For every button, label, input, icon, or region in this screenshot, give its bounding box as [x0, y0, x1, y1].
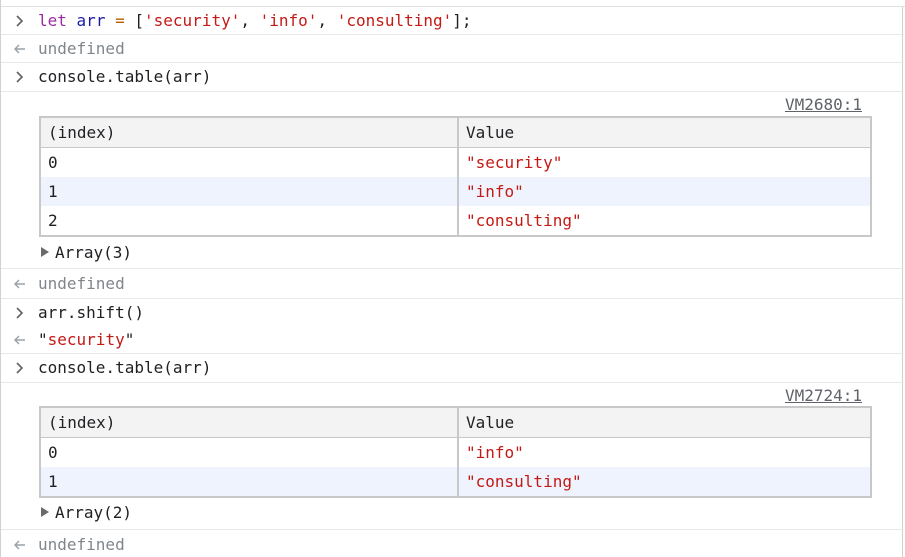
- table-cell-value: "info": [458, 437, 872, 467]
- console-table: (index) Value 0 "info" 1 "consulting": [39, 406, 872, 498]
- expand-triangle-icon: [41, 246, 49, 257]
- table-cell-value: "consulting": [458, 467, 872, 497]
- table-row: 1 "consulting": [40, 467, 872, 497]
- console-result-row: "security": [1, 326, 904, 354]
- console-input-row[interactable]: arr.shift(): [1, 299, 904, 326]
- console-input-row[interactable]: console.table(arr): [1, 354, 904, 383]
- table-row: 0 "security": [40, 147, 872, 177]
- console-top-divider: [1, 0, 905, 7]
- result-arrow-icon: [13, 535, 27, 555]
- console-result-row: undefined: [1, 530, 904, 557]
- table-header-index[interactable]: (index): [40, 407, 459, 438]
- table-header-value[interactable]: Value: [458, 407, 872, 438]
- console-result-row: undefined: [1, 269, 904, 299]
- console-table-output: VM2680:1 (index) Value 0 "security" 1 "i…: [1, 92, 904, 269]
- table-row: 2 "consulting": [40, 206, 872, 236]
- table-row: 1 "info": [40, 177, 872, 206]
- console-input-row[interactable]: console.table(arr): [1, 63, 904, 92]
- input-prompt-icon: [13, 11, 27, 31]
- result-text: "security": [38, 330, 135, 349]
- input-code: let arr = ['security', 'info', 'consulti…: [38, 11, 472, 30]
- array-expander[interactable]: Array(2): [41, 503, 132, 523]
- input-prompt-icon: [13, 67, 27, 87]
- result-text: undefined: [38, 535, 125, 554]
- result-arrow-icon: [13, 39, 27, 59]
- table-cell-value: "security": [458, 147, 872, 177]
- source-link[interactable]: VM2724:1: [785, 386, 862, 406]
- console-table: (index) Value 0 "security" 1 "info" 2 "c…: [39, 116, 872, 237]
- array-expander[interactable]: Array(3): [41, 243, 132, 263]
- array-summary: Array(2): [55, 503, 133, 522]
- result-text: undefined: [38, 274, 125, 293]
- console-result-row: undefined: [1, 35, 904, 63]
- console-table-output: VM2724:1 (index) Value 0 "info" 1 "consu…: [1, 383, 904, 530]
- console-input-row[interactable]: let arr = ['security', 'info', 'consulti…: [1, 7, 904, 35]
- table-row: 0 "info": [40, 437, 872, 467]
- input-code: console.table(arr): [38, 358, 212, 377]
- source-link[interactable]: VM2680:1: [785, 95, 862, 115]
- table-cell-value: "consulting": [458, 206, 872, 236]
- table-cell-index: 1: [40, 467, 459, 497]
- table-cell-index: 0: [40, 437, 459, 467]
- table-cell-value: "info": [458, 177, 872, 206]
- table-cell-index: 1: [40, 177, 459, 206]
- table-cell-index: 2: [40, 206, 459, 236]
- result-arrow-icon: [13, 330, 27, 350]
- console-panel: let arr = ['security', 'info', 'consulti…: [0, 0, 905, 557]
- input-prompt-icon: [13, 358, 27, 378]
- table-header-value[interactable]: Value: [458, 117, 872, 148]
- result-arrow-icon: [13, 274, 27, 294]
- table-cell-index: 0: [40, 147, 459, 177]
- input-code: arr.shift(): [38, 303, 144, 322]
- input-code: console.table(arr): [38, 67, 212, 86]
- array-summary: Array(3): [55, 243, 133, 262]
- expand-triangle-icon: [41, 506, 49, 517]
- input-prompt-icon: [13, 303, 27, 323]
- table-header-index[interactable]: (index): [40, 117, 459, 148]
- result-text: undefined: [38, 39, 125, 58]
